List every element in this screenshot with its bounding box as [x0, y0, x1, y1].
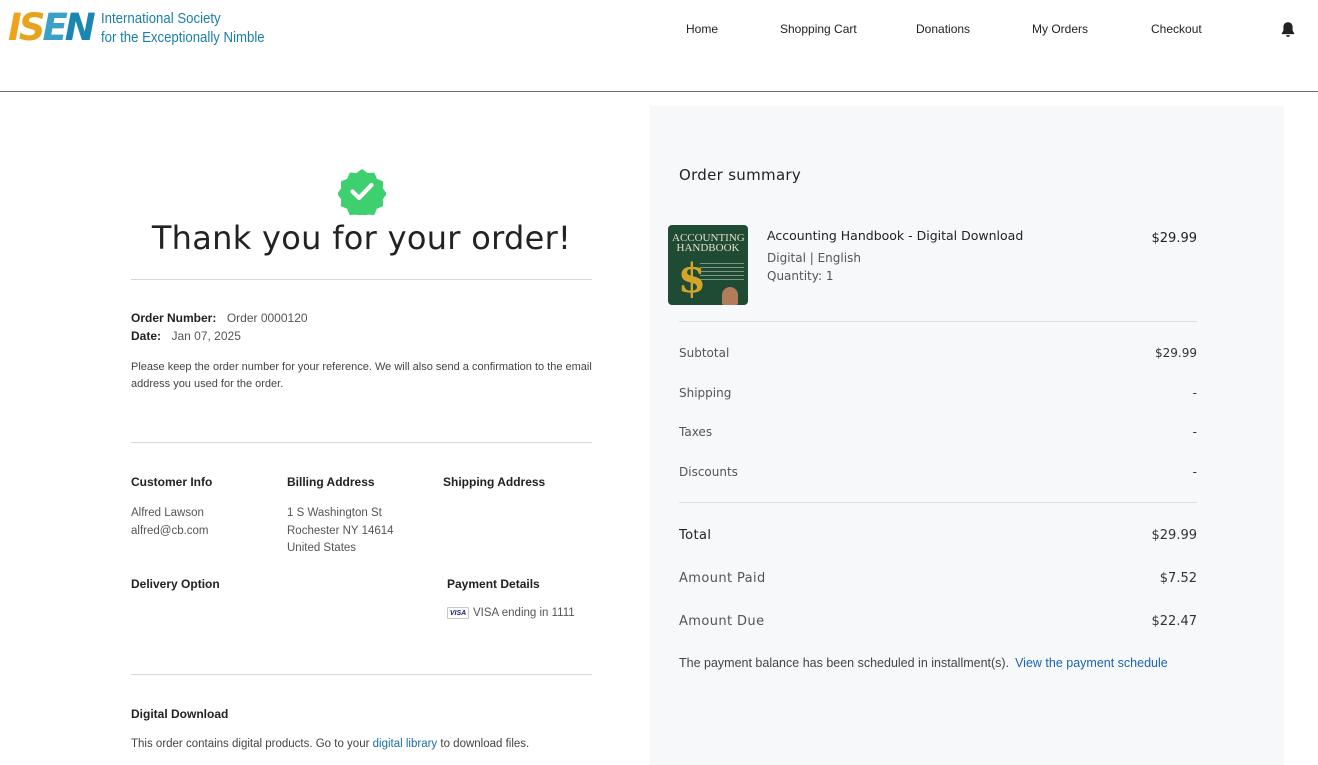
total-label: Total: [679, 528, 712, 543]
digital-download-heading: Digital Download: [131, 707, 229, 721]
shipping-value: -: [1192, 386, 1197, 400]
product-format: Digital | English: [767, 251, 861, 265]
shipping-address-heading: Shipping Address: [443, 475, 546, 489]
nav-donations[interactable]: Donations: [916, 22, 970, 36]
billing-line-3: United States: [287, 542, 357, 554]
product-thumbnail[interactable]: ACCOUNTING HANDBOOK $: [668, 225, 748, 305]
check-badge-icon: [337, 167, 387, 219]
main-nav: Home Shopping Cart Donations My Orders C…: [0, 22, 1318, 38]
site-header: ISEN International Society for the Excep…: [0, 0, 1318, 92]
amount-paid-value: $7.52: [1159, 571, 1197, 586]
order-number-label: Order Number:: [131, 311, 217, 325]
author-portrait: [722, 287, 738, 305]
product-quantity: Quantity: 1: [767, 269, 834, 283]
product-name[interactable]: Accounting Handbook - Digital Download: [767, 228, 1023, 243]
bell-icon[interactable]: [1280, 21, 1296, 38]
billing-line-1: 1 S Washington St: [287, 507, 382, 519]
view-payment-schedule-link[interactable]: View the payment schedule: [1015, 656, 1168, 670]
taxes-label: Taxes: [679, 425, 713, 439]
order-date-label: Date:: [131, 329, 162, 343]
digital-library-link[interactable]: digital library: [373, 738, 438, 750]
billing-line-2: Rochester NY 14614: [287, 524, 394, 537]
order-date-row: Date: Jan 07, 2025: [131, 327, 241, 345]
divider: [679, 502, 1197, 503]
taxes-value: -: [1192, 425, 1197, 439]
divider: [131, 674, 592, 675]
subtotal-label: Subtotal: [679, 346, 730, 360]
shipping-label: Shipping: [679, 386, 732, 400]
order-summary-title: Order summary: [679, 166, 802, 184]
discounts-value: -: [1192, 465, 1197, 479]
dollar-sign-icon: $: [678, 255, 706, 302]
product-meta: Digital | English Quantity: 1: [767, 249, 861, 285]
order-date-value: Jan 07, 2025: [171, 329, 241, 343]
thumbnail-text-lines: [700, 263, 744, 283]
divider: [131, 442, 592, 443]
amount-paid-label: Amount Paid: [679, 571, 766, 586]
nav-my-orders[interactable]: My Orders: [1032, 22, 1088, 36]
customer-email: alfred@cb.com: [131, 524, 209, 537]
customer-info-heading: Customer Info: [131, 475, 213, 489]
customer-info: Alfred Lawson alfred@cb.com: [131, 505, 209, 540]
payment-schedule-note: The payment balance has been scheduled i…: [679, 656, 1168, 670]
schedule-text: The payment balance has been scheduled i…: [679, 656, 1010, 670]
order-number-row: Order Number: Order 0000120: [131, 309, 308, 327]
total-value: $29.99: [1151, 528, 1198, 543]
nav-checkout[interactable]: Checkout: [1151, 22, 1202, 36]
amount-due-label: Amount Due: [679, 614, 765, 629]
order-summary-panel: Order summary ACCOUNTING HANDBOOK $ Acco…: [650, 106, 1284, 765]
product-price: $29.99: [1151, 231, 1198, 246]
discounts-label: Discounts: [679, 465, 738, 479]
divider: [679, 321, 1197, 322]
nav-home[interactable]: Home: [686, 22, 718, 36]
digital-text-after: to download files.: [437, 738, 530, 750]
visa-card-icon: VISA: [447, 607, 469, 619]
amount-due-value: $22.47: [1151, 614, 1198, 629]
page-title: Thank you for your order!: [151, 219, 572, 257]
billing-address: 1 S Washington St Rochester NY 14614 Uni…: [287, 505, 394, 558]
nav-shopping-cart[interactable]: Shopping Cart: [780, 22, 857, 36]
digital-download-text: This order contains digital products. Go…: [131, 738, 529, 750]
billing-address-heading: Billing Address: [287, 475, 375, 489]
digital-text-before: This order contains digital products. Go…: [131, 738, 373, 750]
subtotal-value: $29.99: [1155, 346, 1197, 360]
payment-method: VISA VISA ending in 1111: [447, 607, 575, 619]
delivery-option-heading: Delivery Option: [131, 577, 220, 591]
thumbnail-title: ACCOUNTING HANDBOOK: [672, 232, 745, 254]
customer-name: Alfred Lawson: [131, 507, 204, 519]
card-ending-text: VISA ending in 1111: [473, 607, 575, 619]
divider: [131, 279, 592, 280]
order-number-value: Order 0000120: [226, 311, 308, 325]
order-reference-note: Please keep the order number for your re…: [131, 361, 592, 390]
payment-details-heading: Payment Details: [447, 577, 540, 591]
